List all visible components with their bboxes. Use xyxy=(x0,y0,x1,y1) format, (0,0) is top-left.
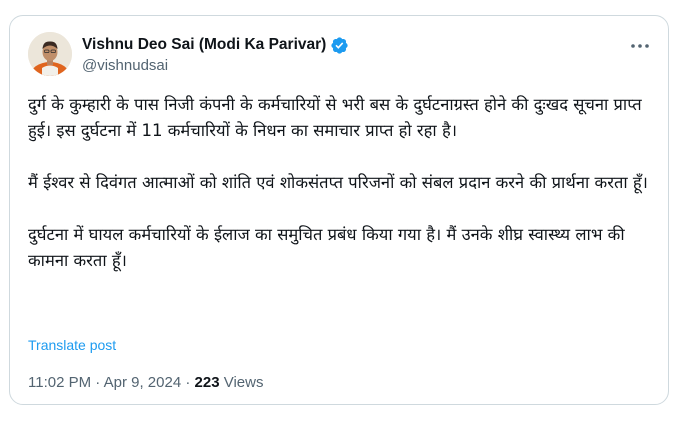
verified-badge-icon[interactable] xyxy=(330,36,349,55)
meta-separator: · xyxy=(181,374,195,391)
tweet-text: दुर्ग के कुम्हारी के पास निजी कंपनी के क… xyxy=(28,92,658,274)
views-label: Views xyxy=(219,374,264,391)
avatar[interactable] xyxy=(28,32,72,76)
translate-post-link[interactable]: Translate post xyxy=(28,337,116,353)
more-options-icon[interactable] xyxy=(626,36,654,56)
tweet-paragraph: दुर्घटना में घायल कर्मचारियों के ईलाज का… xyxy=(28,225,625,270)
post-date[interactable]: Apr 9, 2024 xyxy=(104,374,182,391)
author-handle[interactable]: @vishnudsai xyxy=(82,57,168,74)
author-display-name[interactable]: Vishnu Deo Sai (Modi Ka Parivar) xyxy=(82,36,326,54)
tweet-paragraph: मैं ईश्वर से दिवंगत आत्माओं को शांति एवं… xyxy=(28,173,648,192)
views-count: 223 xyxy=(194,374,220,391)
meta-separator: · xyxy=(91,374,104,391)
tweet-paragraph: दुर्ग के कुम्हारी के पास निजी कंपनी के क… xyxy=(28,95,642,140)
tweet-card: Vishnu Deo Sai (Modi Ka Parivar) @vishnu… xyxy=(9,15,669,405)
author-name-row: Vishnu Deo Sai (Modi Ka Parivar) xyxy=(82,34,349,56)
avatar-image xyxy=(28,32,72,76)
post-time[interactable]: 11:02 PM xyxy=(28,374,91,391)
tweet-meta: 11:02 PM · Apr 9, 2024 · 223 Views xyxy=(28,374,263,391)
